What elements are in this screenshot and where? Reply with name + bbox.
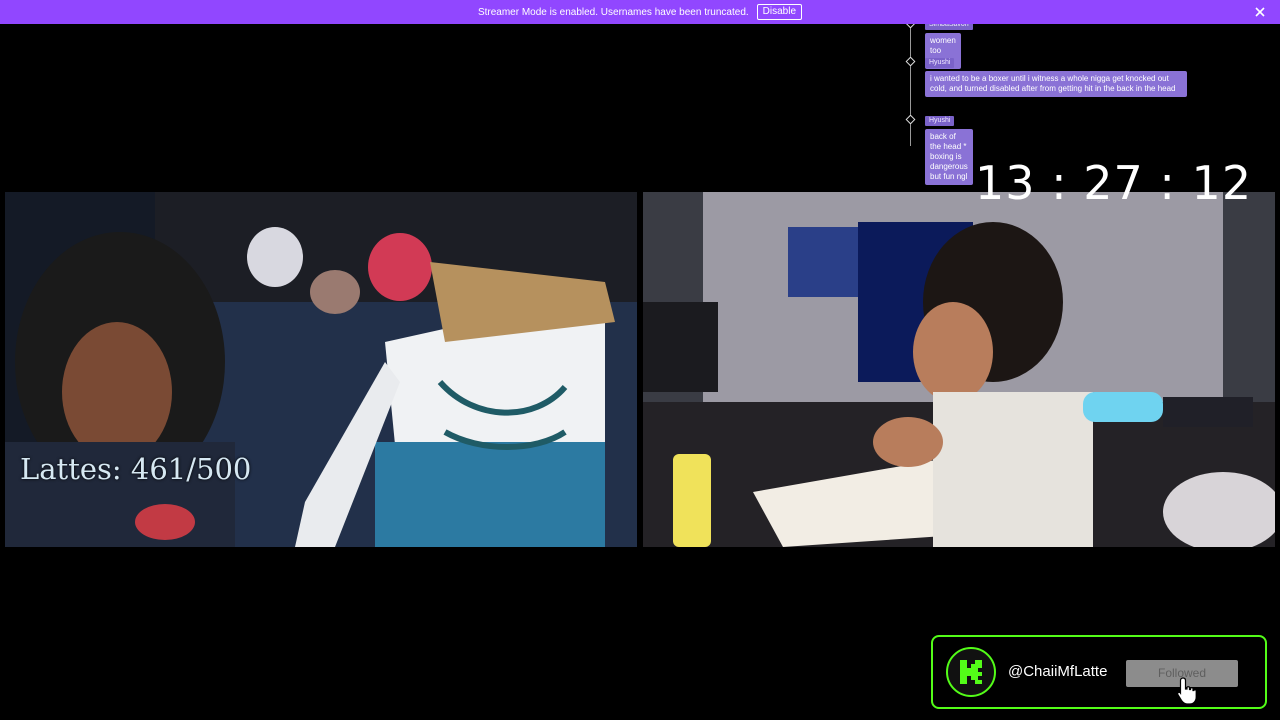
timeline-marker-icon <box>905 114 916 125</box>
right-camera-scene <box>643 192 1275 547</box>
kick-k-icon <box>960 660 982 684</box>
disable-button[interactable]: Disable <box>756 4 803 20</box>
chat-message-text: back of the head * boxing is dangerous b… <box>925 129 973 185</box>
timeline-marker-icon <box>905 56 916 67</box>
stream-timer: 13 : 27 : 12 <box>975 156 1253 210</box>
follow-card: @ChaiiMfLatte Followed <box>931 635 1267 709</box>
right-camera-feed <box>643 192 1275 547</box>
close-icon[interactable] <box>1252 4 1268 20</box>
chat-message-text: i wanted to be a boxer until i witness a… <box>925 71 1187 97</box>
hand-cursor-icon <box>1177 677 1197 705</box>
left-camera-feed <box>5 192 637 547</box>
left-camera-scene <box>5 192 637 547</box>
channel-handle: @ChaiiMfLatte <box>1008 663 1108 680</box>
kick-logo-icon <box>946 647 996 697</box>
chat-username: Hyushi <box>925 58 955 68</box>
banner-message: Streamer Mode is enabled. Usernames have… <box>477 6 749 18</box>
streamer-mode-banner: Streamer Mode is enabled. Usernames have… <box>0 0 1280 24</box>
lattes-goal-overlay: Lattes: 461/500 <box>20 452 252 486</box>
chat-username: Hyushi <box>925 116 955 126</box>
